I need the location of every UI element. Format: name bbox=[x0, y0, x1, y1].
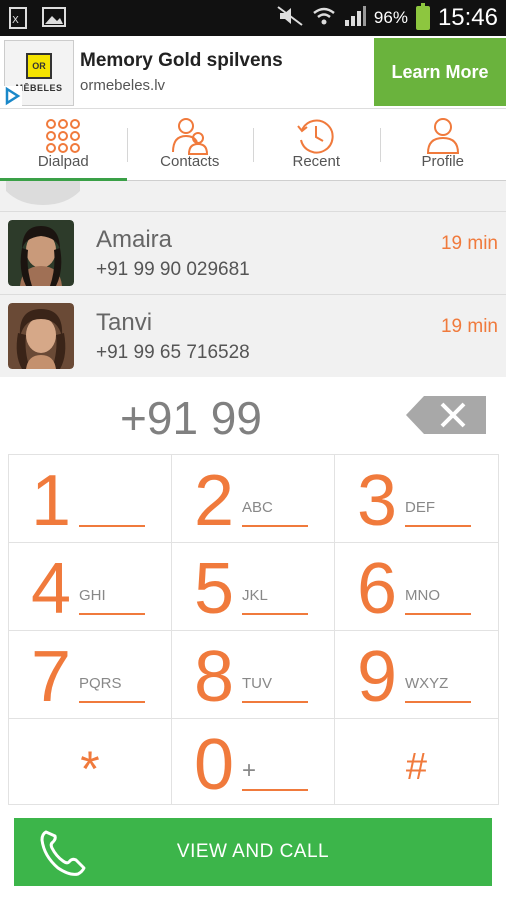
dialed-number[interactable]: +91 99 bbox=[120, 391, 262, 445]
key-digit: 8 bbox=[194, 637, 235, 717]
signal-icon bbox=[344, 5, 366, 32]
contact-name: Amaira bbox=[96, 226, 173, 253]
call-button-label: VIEW AND CALL bbox=[176, 841, 330, 862]
key-1[interactable]: 1 bbox=[9, 455, 172, 543]
ad-title[interactable]: Memory Gold spilvens bbox=[80, 50, 283, 72]
key-digit: 1 bbox=[31, 461, 72, 541]
key-digit: 6 bbox=[357, 549, 398, 629]
key-6[interactable]: 6 MNO bbox=[335, 543, 499, 631]
contact-number: +91 99 65 716528 bbox=[96, 342, 250, 363]
tab-profile[interactable]: Profile bbox=[379, 110, 506, 180]
key-underline bbox=[79, 701, 145, 703]
key-0[interactable]: 0 + bbox=[172, 719, 335, 805]
key-5[interactable]: 5 JKL bbox=[172, 543, 335, 631]
system-indicators: 96% 15:46 bbox=[276, 2, 498, 34]
contact-number: +91 99 90 029681 bbox=[96, 259, 250, 280]
key-underline bbox=[79, 525, 145, 527]
mute-icon bbox=[276, 5, 304, 32]
key-2[interactable]: 2 ABC bbox=[172, 455, 335, 543]
notification-icons: X bbox=[8, 6, 66, 35]
ad-logo-text: MĒBELES bbox=[15, 83, 63, 93]
number-display: +91 99 bbox=[0, 378, 506, 452]
key-letters: TUV bbox=[242, 675, 272, 692]
key-3[interactable]: 3 DEF bbox=[335, 455, 499, 543]
keypad: 1 2 ABC 3 DEF 4 GHI 5 JKL 6 MNO 7 PQRS 8… bbox=[8, 454, 499, 805]
key-digit: 0 bbox=[194, 725, 235, 805]
list-item[interactable]: Tanvi +91 99 65 716528 19 min bbox=[0, 295, 506, 377]
ad-url[interactable]: ormebeles.lv bbox=[80, 77, 165, 94]
key-digit: 3 bbox=[357, 461, 398, 541]
contacts-icon bbox=[170, 116, 210, 161]
tab-contacts[interactable]: Contacts bbox=[126, 110, 254, 180]
key-digit: 9 bbox=[357, 637, 398, 717]
svg-text:X: X bbox=[12, 15, 19, 26]
list-item[interactable]: Amaira +91 99 90 029681 19 min bbox=[0, 212, 506, 295]
key-letters: + bbox=[242, 757, 257, 784]
key-digit: 4 bbox=[31, 549, 72, 629]
tab-bar: Dialpad Contacts Recent Profile bbox=[0, 110, 506, 181]
backspace-icon[interactable] bbox=[406, 396, 486, 434]
key-digit: # bbox=[405, 746, 428, 788]
status-bar: X 96% 15:46 bbox=[0, 0, 506, 36]
key-underline bbox=[405, 701, 471, 703]
call-time: 19 min bbox=[440, 233, 498, 254]
key-letters: DEF bbox=[405, 499, 435, 516]
adchoices-icon[interactable] bbox=[2, 86, 22, 111]
recent-calls-list: Amaira +91 99 90 029681 19 min Tanvi +91… bbox=[0, 181, 506, 377]
key-8[interactable]: 8 TUV bbox=[172, 631, 335, 719]
clock: 15:46 bbox=[437, 4, 498, 31]
key-digit: 7 bbox=[31, 637, 72, 717]
ad-banner[interactable]: OR MĒBELES Memory Gold spilvens ormebele… bbox=[0, 36, 506, 109]
profile-icon bbox=[423, 116, 463, 161]
key-digit: * bbox=[80, 741, 100, 797]
learn-more-button[interactable]: Learn More bbox=[374, 38, 506, 106]
key-underline bbox=[242, 613, 308, 615]
contact-name: Tanvi bbox=[96, 309, 153, 336]
key-digit: 2 bbox=[194, 461, 235, 541]
key-letters: PQRS bbox=[79, 675, 122, 692]
battery-percent: 96% bbox=[373, 8, 408, 27]
recent-icon bbox=[296, 116, 336, 161]
avatar bbox=[8, 220, 74, 286]
key-7[interactable]: 7 PQRS bbox=[9, 631, 172, 719]
gallery-icon bbox=[42, 6, 66, 35]
view-and-call-button[interactable]: VIEW AND CALL bbox=[14, 818, 492, 886]
placeholder-avatar-icon bbox=[6, 181, 80, 205]
battery-icon bbox=[415, 3, 430, 30]
key-underline bbox=[242, 789, 308, 791]
key-4[interactable]: 4 GHI bbox=[9, 543, 172, 631]
key-letters: ABC bbox=[242, 499, 273, 516]
wifi-icon bbox=[312, 5, 336, 32]
key-digit: 5 bbox=[194, 549, 235, 629]
key-hash[interactable]: # bbox=[335, 719, 499, 805]
key-letters: JKL bbox=[242, 587, 268, 604]
key-underline bbox=[242, 701, 308, 703]
key-underline bbox=[79, 613, 145, 615]
key-underline bbox=[242, 525, 308, 527]
key-letters: MNO bbox=[405, 587, 440, 604]
tab-recent[interactable]: Recent bbox=[253, 110, 380, 180]
key-underline bbox=[405, 525, 471, 527]
document-icon: X bbox=[8, 6, 30, 35]
key-star[interactable]: * bbox=[9, 719, 172, 805]
call-time: 19 min bbox=[440, 316, 498, 337]
avatar bbox=[8, 303, 74, 369]
phone-icon bbox=[40, 830, 86, 876]
key-underline bbox=[405, 613, 471, 615]
key-letters: GHI bbox=[79, 587, 106, 604]
list-row-partial[interactable] bbox=[0, 181, 506, 212]
tab-dialpad[interactable]: Dialpad bbox=[0, 110, 127, 181]
key-letters: WXYZ bbox=[405, 675, 449, 692]
key-9[interactable]: 9 WXYZ bbox=[335, 631, 499, 719]
ad-logo-mark: OR bbox=[26, 53, 52, 79]
dialpad-icon bbox=[43, 116, 83, 161]
